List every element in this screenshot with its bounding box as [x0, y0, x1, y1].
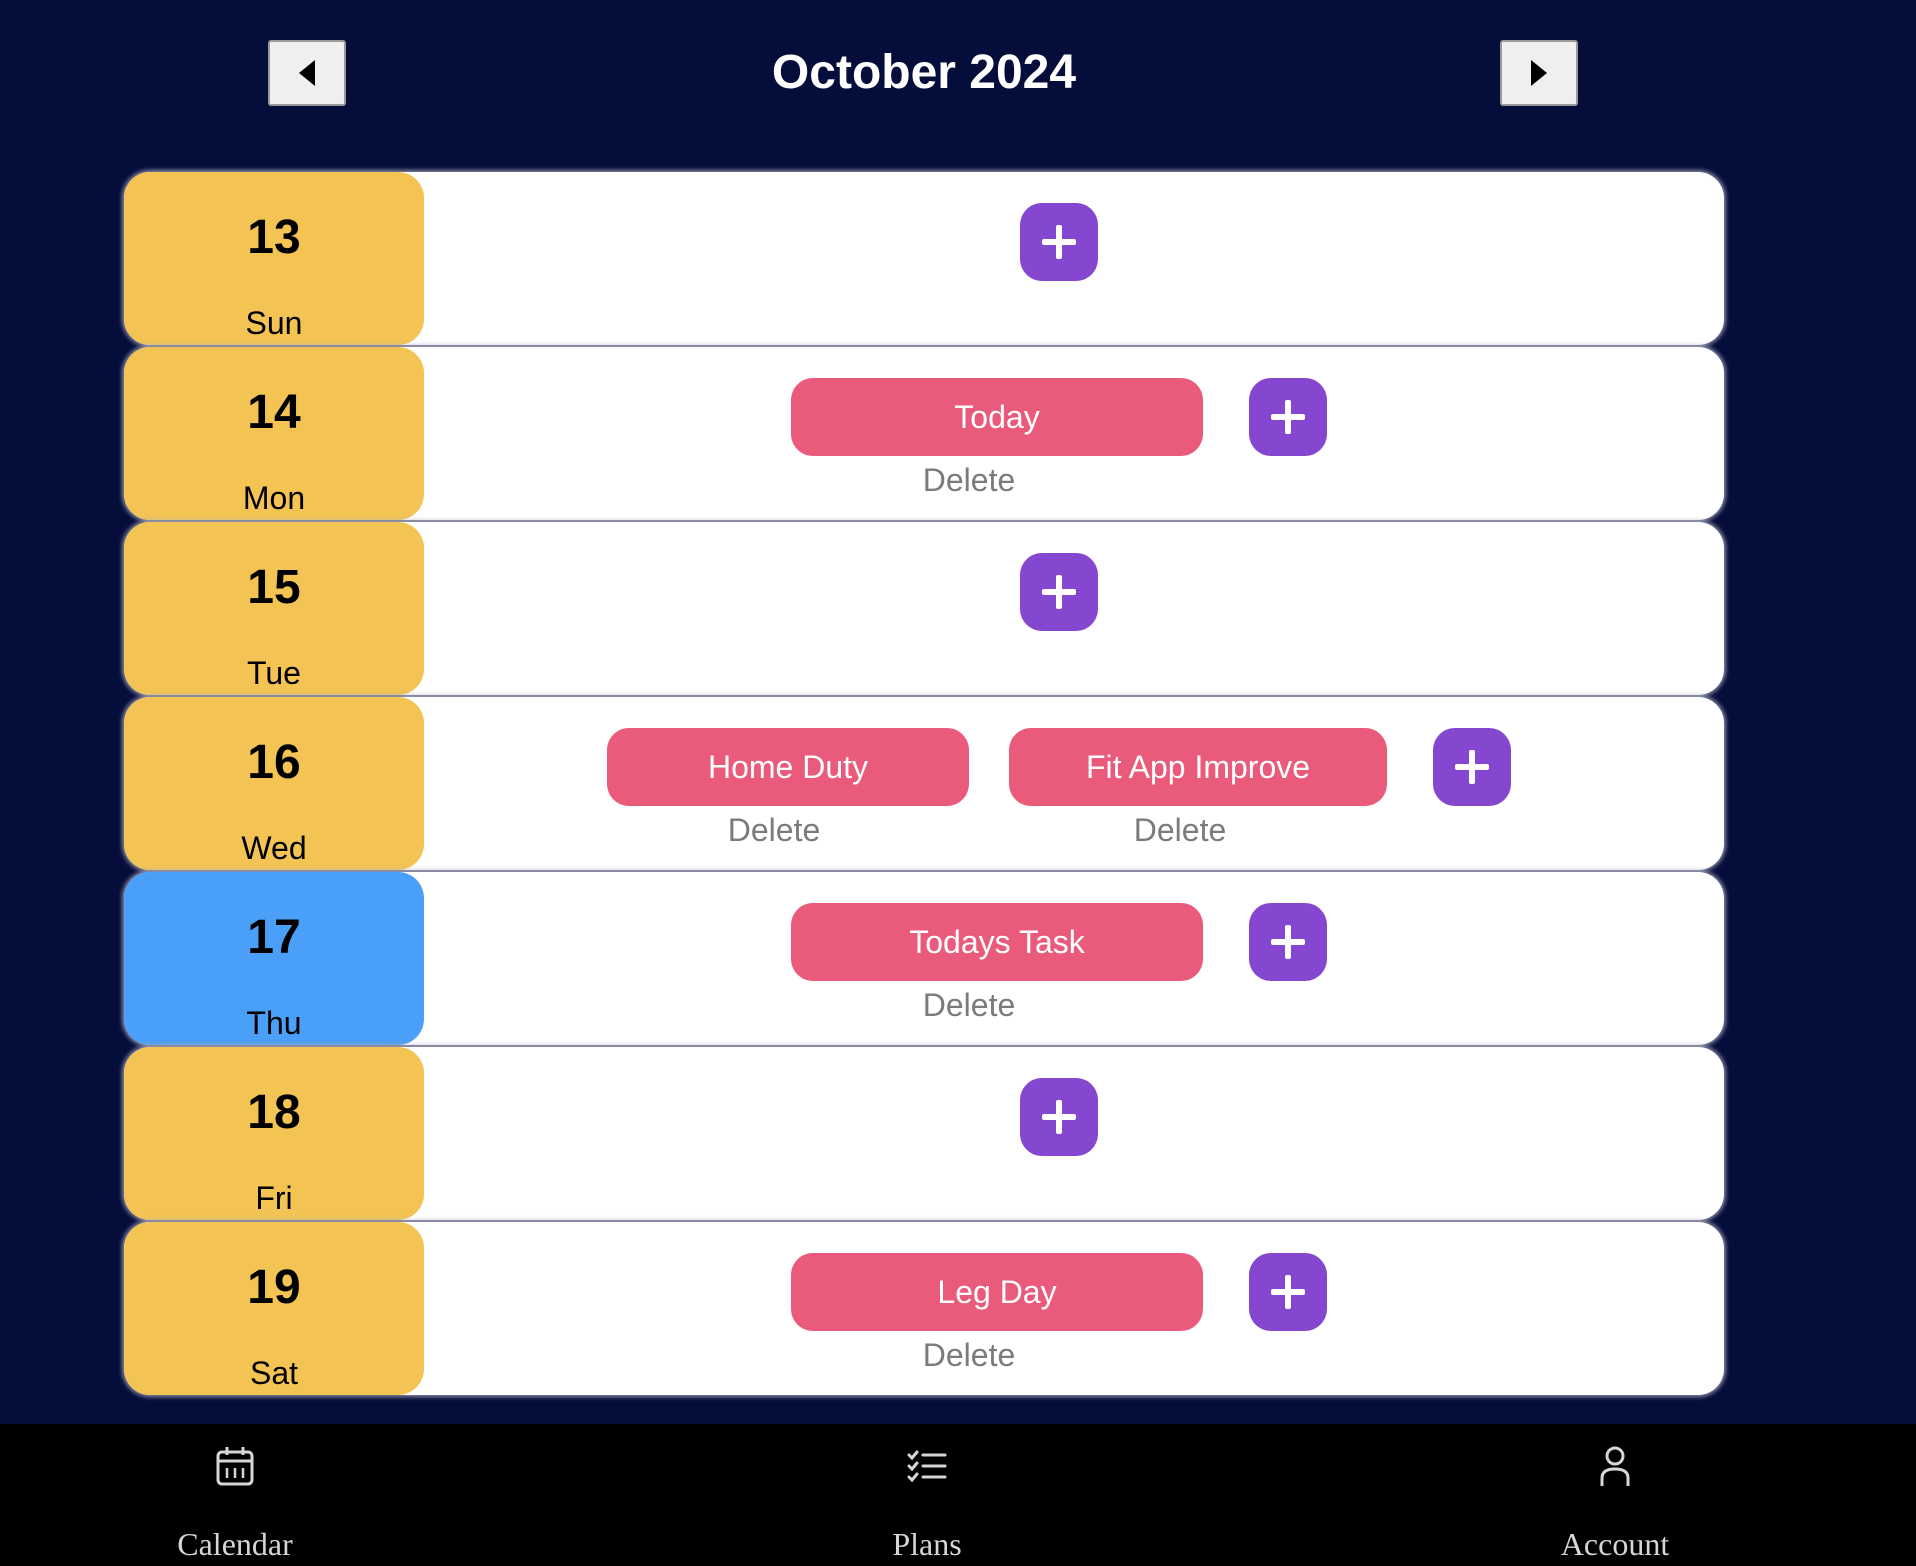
checklist-icon — [907, 1450, 947, 1483]
plan-pill[interactable]: Todays Task — [791, 903, 1203, 981]
delete-plan-link[interactable]: Delete — [923, 985, 1016, 1025]
plan-pill[interactable]: Leg Day — [791, 1253, 1203, 1331]
plan-item: Home Duty Delete — [607, 728, 969, 850]
day-plans: Leg Day Delete — [424, 1222, 1724, 1395]
date-number: 15 — [247, 561, 301, 614]
date-box[interactable]: 13 Sun — [124, 172, 424, 345]
add-plan-button[interactable] — [1249, 378, 1327, 456]
plan-pill[interactable]: Home Duty — [607, 728, 969, 806]
plan-pill[interactable]: Fit App Improve — [1009, 728, 1387, 806]
tab-plans[interactable]: Plans — [807, 1424, 1047, 1566]
date-number: 18 — [247, 1086, 301, 1139]
plan-item: Today Delete — [791, 378, 1203, 500]
date-number: 17 — [247, 911, 301, 964]
day-plans — [424, 172, 1724, 345]
day-row: 14 Mon Today Delete — [124, 347, 1724, 520]
plan-item: Leg Day Delete — [791, 1253, 1203, 1375]
weekday-label: Mon — [242, 480, 306, 516]
date-box-today[interactable]: 17 Thu — [124, 872, 424, 1045]
tab-account[interactable]: Account — [1495, 1424, 1735, 1566]
weekday-label: Thu — [246, 1005, 302, 1041]
plan-item: Todays Task Delete — [791, 903, 1203, 1025]
weekday-label: Wed — [241, 830, 307, 866]
calendar-header: October 2024 — [0, 0, 1916, 150]
weekday-label: Tue — [247, 655, 301, 691]
user-icon — [1600, 1446, 1630, 1486]
day-plans — [424, 1047, 1724, 1220]
day-plans — [424, 522, 1724, 695]
weekday-label: Sat — [249, 1355, 299, 1391]
tab-calendar[interactable]: Calendar — [115, 1424, 355, 1566]
day-row: 13 Sun — [124, 172, 1724, 345]
calendar-icon — [216, 1447, 254, 1486]
date-number: 16 — [247, 736, 301, 789]
add-plan-button[interactable] — [1020, 553, 1098, 631]
day-plans: Today Delete — [424, 347, 1724, 520]
date-number: 14 — [247, 386, 301, 439]
day-plans: Todays Task Delete — [424, 872, 1724, 1045]
day-row: 16 Wed Home Duty Delete Fit App Improve … — [124, 697, 1724, 870]
add-plan-button[interactable] — [1020, 1078, 1098, 1156]
add-plan-button[interactable] — [1020, 203, 1098, 281]
delete-plan-link[interactable]: Delete — [728, 810, 821, 850]
add-plan-button[interactable] — [1249, 1253, 1327, 1331]
day-row: 18 Fri — [124, 1047, 1724, 1220]
day-plans: Home Duty Delete Fit App Improve Delete — [424, 697, 1724, 870]
tab-label: Account — [1560, 1526, 1670, 1562]
date-box[interactable]: 15 Tue — [124, 522, 424, 695]
bottom-tab-bar: Calendar Plans Account — [0, 1424, 1916, 1566]
day-row: 19 Sat Leg Day Delete — [124, 1222, 1724, 1395]
delete-plan-link[interactable]: Delete — [923, 1335, 1016, 1375]
date-box[interactable]: 18 Fri — [124, 1047, 424, 1220]
delete-plan-link[interactable]: Delete — [923, 460, 1016, 500]
tab-label: Plans — [892, 1526, 962, 1562]
delete-plan-link[interactable]: Delete — [1134, 810, 1227, 850]
date-box[interactable]: 16 Wed — [124, 697, 424, 870]
add-plan-button[interactable] — [1433, 728, 1511, 806]
plan-item: Fit App Improve Delete — [1009, 728, 1387, 850]
date-box[interactable]: 14 Mon — [124, 347, 424, 520]
day-row: 17 Thu Todays Task Delete — [124, 872, 1724, 1045]
week-list: 13 Sun 14 Mon Today Delete 15 Tue 16 Wed… — [124, 172, 1724, 1397]
next-week-button[interactable] — [1500, 40, 1578, 106]
date-number: 13 — [247, 211, 301, 264]
tab-label: Calendar — [177, 1526, 293, 1562]
date-box[interactable]: 19 Sat — [124, 1222, 424, 1395]
plan-pill[interactable]: Today — [791, 378, 1203, 456]
date-number: 19 — [247, 1261, 301, 1314]
caret-right-icon — [1531, 60, 1547, 86]
weekday-label: Sun — [245, 305, 303, 341]
day-row: 15 Tue — [124, 522, 1724, 695]
weekday-label: Fri — [255, 1180, 293, 1216]
add-plan-button[interactable] — [1249, 903, 1327, 981]
